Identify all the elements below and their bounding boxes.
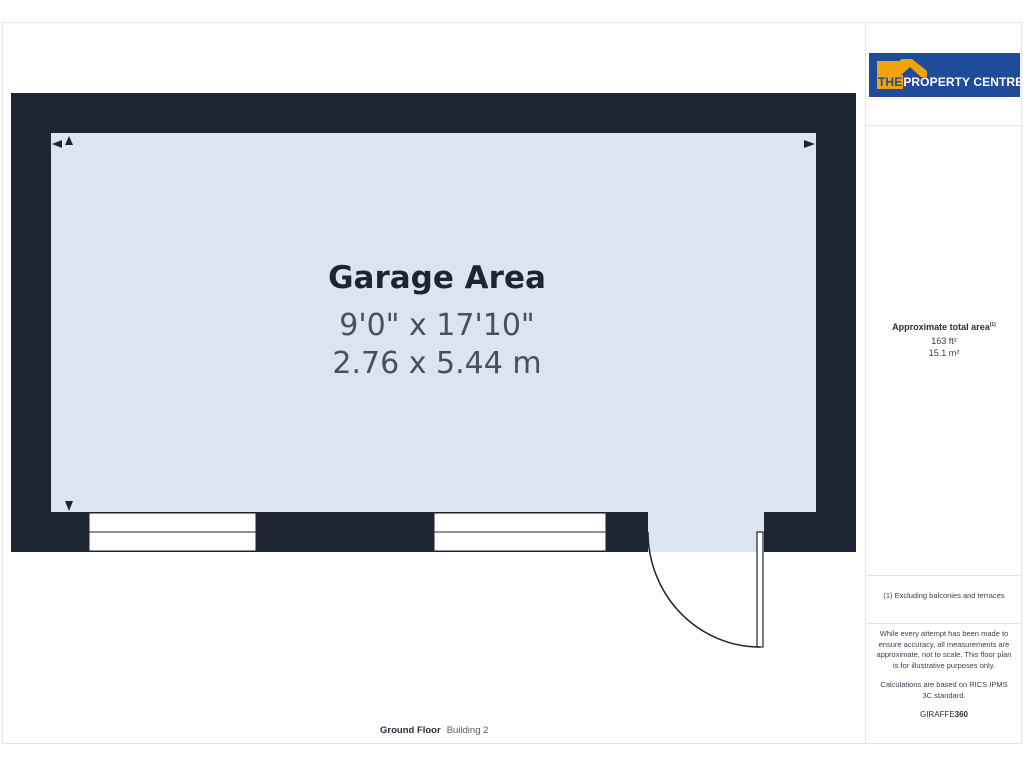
area-block: Approximate total area(1) 163 ft² 15.1 m… xyxy=(866,322,1022,358)
giraffe-logo-a: GIRAFFE xyxy=(919,710,955,719)
window-right xyxy=(433,512,607,552)
logo-text-the: THE xyxy=(877,75,904,89)
room-name: Garage Area xyxy=(328,260,546,296)
logo-section: THEPROPERTY CENTRE xyxy=(866,22,1023,126)
window-left xyxy=(88,512,257,552)
area-title: Approximate total area(1) xyxy=(892,322,996,332)
area-sqft: 163 ft² xyxy=(931,336,957,346)
calc-text: Calculations are based on RICS IPMS 3C s… xyxy=(880,680,1008,700)
area-sqm: 15.1 m² xyxy=(928,348,960,358)
footnote-text: (1) Excluding balconies and terraces xyxy=(883,591,1005,600)
floor-label: Ground Floor Building 2 xyxy=(380,725,488,736)
giraffe-logo: GIRAFFE360 xyxy=(866,710,1022,719)
floor-name: Ground Floor xyxy=(380,725,441,736)
floor-plan: Garage Area 9'0" x 17'10" 2.76 x 5.44 m xyxy=(11,93,856,648)
logo-text-name: PROPERTY CENTRE xyxy=(903,75,1024,89)
area-footnote-mark: (1) xyxy=(989,322,996,328)
room-dimensions-imperial: 9'0" x 17'10" xyxy=(339,308,534,343)
building-name: Building 2 xyxy=(446,725,489,736)
agency-logo: THEPROPERTY CENTRE xyxy=(869,53,1023,97)
disclaimer-text: While every attempt has been made to ens… xyxy=(876,629,1012,670)
logo-text: THEPROPERTY CENTRE xyxy=(877,75,1023,89)
info-sidebar: THEPROPERTY CENTRE Approximate total are… xyxy=(865,22,1023,744)
door-opening xyxy=(648,510,764,552)
footnote-section: (1) Excluding balconies and terraces xyxy=(866,576,1022,624)
room-dimensions-metric: 2.76 x 5.44 m xyxy=(332,346,541,381)
giraffe-logo-b: 360 xyxy=(954,710,969,719)
area-section: Approximate total area(1) 163 ft² 15.1 m… xyxy=(866,126,1022,576)
disclaimer-section: While every attempt has been made to ens… xyxy=(866,624,1022,744)
